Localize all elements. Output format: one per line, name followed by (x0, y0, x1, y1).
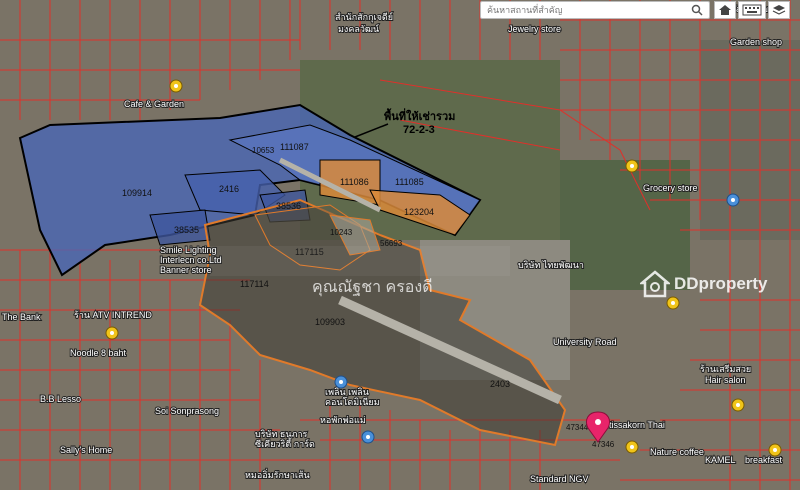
map-pin-icon[interactable] (625, 159, 639, 173)
house-logo-icon (640, 270, 670, 298)
place-jewelry[interactable]: Jewelry store (507, 23, 562, 35)
place-standard-ngv[interactable]: Standard NGV (529, 473, 590, 485)
place-the-bank[interactable]: The Bank (1, 311, 42, 323)
place-hair-salon[interactable]: Hair salon (704, 374, 747, 386)
label-parcel-47344: 47344 (566, 423, 589, 432)
annotation-area: 72-2-3 (403, 124, 435, 136)
label-parcel-47346: 47346 (592, 440, 615, 449)
search-input[interactable] (480, 1, 710, 19)
place-soi: Soi Sonprasong (155, 406, 219, 416)
ddproperty-watermark: DDproperty (640, 270, 768, 298)
label-parcel-109903: 109903 (315, 317, 345, 327)
label-parcel-10653: 10653 (252, 146, 275, 155)
keyboard-icon[interactable] (738, 1, 766, 19)
map-pin-icon[interactable] (768, 443, 782, 457)
label-parcel-38536: 38536 (276, 201, 301, 211)
map-pin-icon[interactable] (361, 430, 375, 444)
place-nature-coffee[interactable]: Nature coffee (649, 446, 705, 458)
place-grocery[interactable]: Grocery store (642, 182, 699, 194)
map-pin-icon[interactable] (666, 296, 680, 310)
map-pin-icon[interactable] (334, 375, 348, 389)
label-parcel-2403: 2403 (490, 379, 510, 389)
place-hok[interactable]: หอพักพ่อแม่ (319, 414, 367, 426)
label-parcel-109914: 109914 (122, 188, 152, 198)
search-icon[interactable] (689, 3, 705, 17)
place-pep[interactable]: เพลิน เพลิน (324, 386, 370, 398)
place-bb[interactable]: B.B Lesso (39, 393, 82, 405)
place-cafe-garden[interactable]: Cafe & Garden (123, 98, 185, 110)
map-pin-icon[interactable] (625, 440, 639, 454)
map-pin-icon[interactable] (105, 326, 119, 340)
place-atv[interactable]: ร้าน ATV INTREND (73, 309, 153, 321)
place-smile[interactable]: Smile Lighting (159, 244, 218, 256)
place-bangkok[interactable]: บริษัท ธนภาร (254, 428, 309, 440)
satellite-map[interactable]: 109914 2416 111087 10653 38536 38535 111… (0, 0, 800, 490)
map-pin-icon[interactable] (731, 398, 745, 412)
label-parcel-117114: 117114 (240, 279, 269, 289)
place-market[interactable]: สำนักสักกุเจดีย์ (334, 10, 394, 24)
place-sunsai: ร้านเสรีมสวย (700, 364, 751, 374)
watermark-bg (210, 246, 510, 276)
home-icon[interactable] (714, 1, 736, 19)
place-garden-shop[interactable]: Garden shop (729, 36, 783, 48)
watermark-brand: DDproperty (674, 274, 768, 293)
label-parcel-10243: 10243 (330, 228, 353, 237)
map-pin-icon[interactable] (726, 193, 740, 207)
place-bangkok-2: ซีเคียวริตี้ การ์ด (255, 437, 315, 449)
place-noodle[interactable]: Noodle 8 baht (69, 347, 128, 359)
map-pin-icon[interactable] (169, 79, 183, 93)
place-smile-3: Banner store (160, 265, 212, 275)
place-market-2: มงคลวัฒน์ (338, 23, 379, 34)
place-sally[interactable]: Sally's Home (59, 444, 113, 456)
label-parcel-111086: 111086 (340, 177, 369, 187)
place-thai-building[interactable]: บริษัท ไทยพัฒนา (517, 259, 585, 271)
watermark-text: คุณณัฐชา ครองดี (312, 278, 433, 297)
place-university-road: University Road (553, 337, 617, 347)
place-pep-2: คอนโดมิเนียม (325, 397, 380, 407)
label-parcel-2416: 2416 (219, 184, 239, 194)
label-parcel-38535: 38535 (174, 225, 199, 235)
layers-icon[interactable] (768, 1, 790, 19)
place-kamel[interactable]: KAMEL (704, 454, 737, 466)
label-parcel-123204: 123204 (404, 207, 434, 217)
label-parcel-111087: 111087 (280, 142, 309, 152)
label-parcel-111085: 111085 (395, 177, 424, 187)
annotation-title: พื้นที่ให้เช่ารวม (384, 108, 455, 123)
place-breakfast: breakfast (745, 455, 783, 465)
place-hotel[interactable]: หมออิ่มรักษาเส้น (244, 467, 311, 481)
